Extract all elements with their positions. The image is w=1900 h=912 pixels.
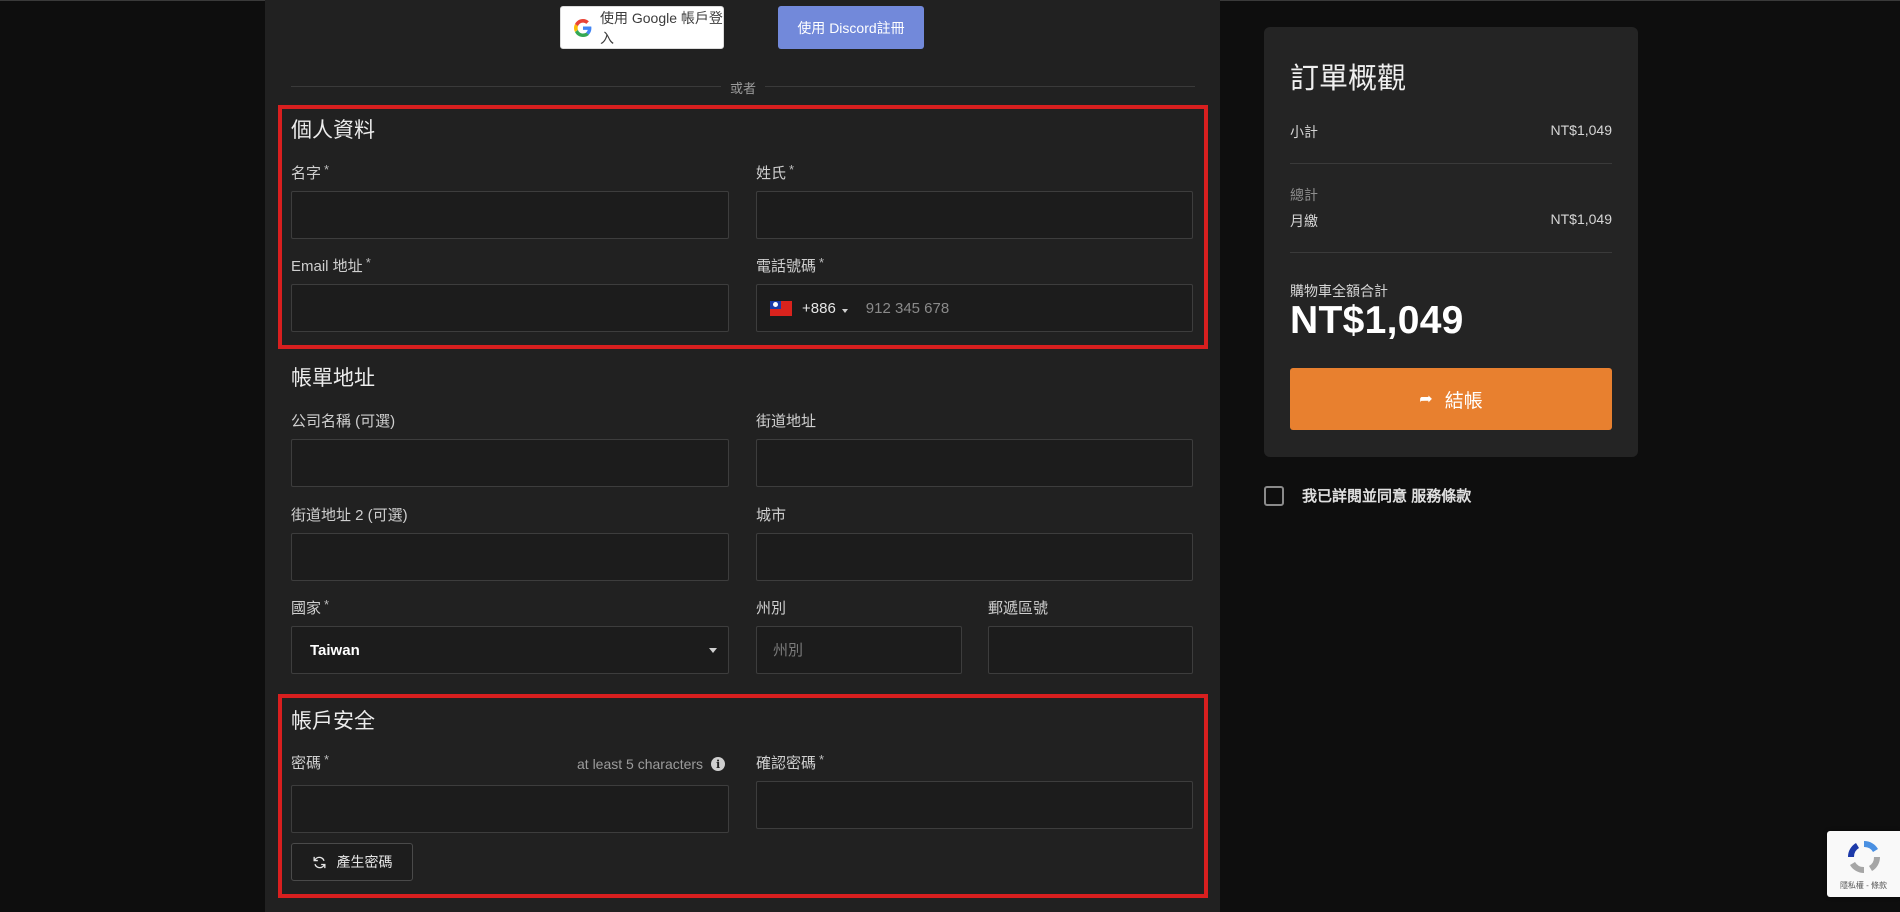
terms-link[interactable]: 服務條款 (1411, 488, 1471, 505)
company-label: 公司名稱 (可選) (291, 413, 396, 430)
postcode-label: 郵遞區號 (988, 600, 1049, 617)
last-name-input[interactable] (756, 191, 1193, 239)
recaptcha-icon (1847, 840, 1881, 874)
country-select-value: Taiwan (310, 641, 360, 659)
chevron-down-icon (841, 308, 848, 313)
checkout-button[interactable]: ➦ 結帳 (1290, 368, 1612, 430)
country-label: 國家 * (291, 597, 330, 617)
refresh-icon (313, 856, 325, 868)
terms-checkbox[interactable] (1264, 485, 1284, 506)
confirm-password-input[interactable] (756, 781, 1193, 829)
share-arrow-icon: ➦ (1419, 391, 1433, 408)
last-name-label: 姓氏 * (756, 162, 795, 182)
totals-label: 總計 (1290, 187, 1318, 203)
discord-signup-button[interactable]: 使用 Discord註冊 (778, 6, 924, 49)
password-hint: at least 5 characters i (577, 756, 726, 772)
monthly-value: NT$1,049 (1550, 211, 1612, 227)
google-icon (574, 18, 592, 37)
order-summary-title: 訂單概觀 (1290, 63, 1407, 95)
state-input[interactable] (756, 626, 962, 674)
recaptcha-badge[interactable]: 隱私權 - 條款 (1827, 831, 1900, 897)
company-input[interactable] (291, 439, 729, 487)
phone-field: +886 (756, 284, 1193, 332)
cart-total-label: 購物車全額合計 (1290, 283, 1388, 299)
first-name-input[interactable] (291, 191, 729, 239)
order-summary-panel: 訂單概觀 小計 NT$1,049 總計 月繳 NT$1,049 購物車全額合計 … (1264, 27, 1638, 457)
state-label: 州別 (756, 600, 787, 617)
city-label: 城市 (756, 507, 787, 524)
personal-info-title: 個人資料 (291, 119, 375, 142)
checkout-form-panel: 使用 Google 帳戶登入 使用 Discord註冊 或者 個人資料 名字 * … (265, 0, 1220, 912)
confirm-password-label: 確認密碼 * (756, 752, 825, 772)
city-input[interactable] (756, 533, 1193, 581)
subtotal-value: NT$1,049 (1550, 122, 1612, 138)
phone-country-code-selector[interactable]: +886 (802, 300, 848, 317)
subtotal-label: 小計 (1290, 124, 1318, 140)
recaptcha-text: 隱私權 - 條款 (1839, 881, 1888, 890)
google-login-button[interactable]: 使用 Google 帳戶登入 (560, 6, 724, 49)
email-input[interactable] (291, 284, 729, 332)
social-login-row: 使用 Google 帳戶登入 使用 Discord註冊 (265, 6, 1220, 50)
first-name-label: 名字 * (291, 162, 330, 182)
street2-input[interactable] (291, 533, 729, 581)
cart-total-value: NT$1,049 (1290, 299, 1464, 342)
taiwan-flag-icon (770, 300, 792, 316)
chevron-down-icon (709, 648, 717, 653)
password-input[interactable] (291, 785, 729, 833)
checkout-label: 結帳 (1444, 390, 1483, 412)
info-icon[interactable]: i (711, 757, 726, 771)
street-input[interactable] (756, 439, 1193, 487)
google-login-label: 使用 Google 帳戶登入 (599, 9, 723, 46)
email-label: Email 地址 * (291, 255, 371, 275)
terms-agreement: 我已詳閱並同意 服務條款 (1264, 485, 1471, 506)
password-label: 密碼 * (291, 752, 330, 772)
billing-address-title: 帳單地址 (291, 367, 375, 390)
or-divider: 或者 (291, 76, 1195, 96)
phone-label: 電話號碼 * (756, 255, 825, 275)
generate-password-button[interactable]: 產生密碼 (291, 843, 413, 881)
discord-signup-label: 使用 Discord註冊 (797, 19, 905, 36)
or-divider-text: 或者 (729, 81, 756, 96)
postcode-input[interactable] (988, 626, 1193, 674)
country-select[interactable]: Taiwan (291, 626, 729, 674)
monthly-label: 月繳 (1290, 213, 1318, 229)
phone-input[interactable] (863, 286, 1192, 330)
terms-text: 我已詳閱並同意 (1302, 488, 1408, 505)
generate-password-label: 產生密碼 (336, 854, 393, 870)
account-security-title: 帳戶安全 (291, 710, 375, 733)
street2-label: 街道地址 2 (可選) (291, 507, 408, 524)
street-label: 街道地址 (756, 413, 817, 430)
